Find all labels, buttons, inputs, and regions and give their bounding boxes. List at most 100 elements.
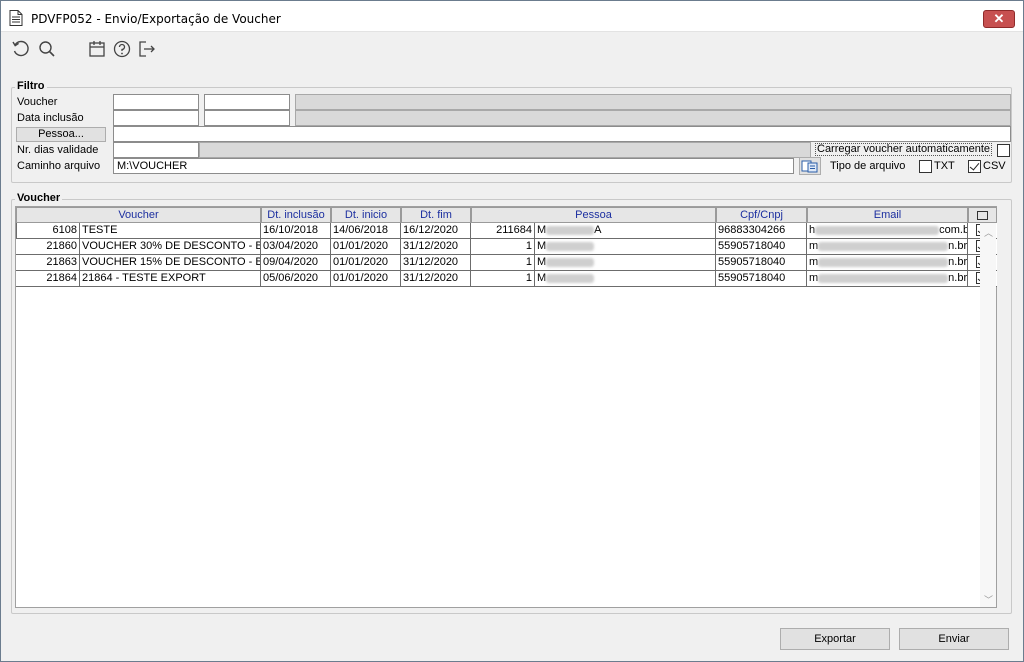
search-button[interactable] [37,39,57,59]
folder-browse-icon [801,160,818,173]
column-header-dt-inclusao[interactable]: Dt. inclusão [261,207,331,223]
refresh-icon [12,40,29,57]
column-header-select-all[interactable] [968,207,997,223]
cell-pessoa-codigo[interactable]: 1 [471,255,535,271]
cell-dt-inclusao[interactable]: 16/10/2018 [261,223,331,239]
csv-label: CSV [983,160,1006,172]
exit-button[interactable] [137,39,157,59]
cell-codigo[interactable]: 21863 [16,255,80,271]
voucher-from-input[interactable] [113,94,199,110]
dias-extra-field [199,142,811,158]
voucher-to-input[interactable] [204,94,290,110]
caminho-arquivo-input[interactable]: M:\VOUCHER [113,158,794,174]
cell-pessoa-nome[interactable]: MA [535,223,716,239]
cell-dt-fim[interactable]: 31/12/2020 [401,255,471,271]
cell-dt-inicio[interactable]: 01/01/2020 [331,255,401,271]
title-bar: PDVFP052 - Envio/Exportação de Voucher ✕ [1,1,1023,32]
table-row[interactable]: 21863 VOUCHER 15% DE DESCONTO - BAS 09/04/… [16,255,997,271]
column-header-dt-fim[interactable]: Dt. fim [401,207,471,223]
voucher-legend: Voucher [15,192,63,204]
column-header-voucher[interactable]: Voucher [16,207,261,223]
data-from-input[interactable] [113,110,199,126]
cell-descricao[interactable]: TESTE [80,223,261,239]
redacted-email [818,241,949,251]
browse-folder-button[interactable] [799,157,821,175]
txt-checkbox[interactable] [919,160,932,173]
data-extra-field [295,110,1011,126]
email-end: n.br [948,240,968,252]
email-end: com.b [939,224,968,236]
close-button[interactable]: ✕ [983,10,1015,28]
voucher-label: Voucher [17,96,58,108]
cell-dt-fim[interactable]: 31/12/2020 [401,271,471,287]
cell-descricao[interactable]: 21864 - TESTE EXPORT [80,271,261,287]
cell-cpf-cnpj[interactable]: 55905718040 [716,255,807,271]
calendar-icon [89,41,105,57]
cell-dt-inclusao[interactable]: 09/04/2020 [261,255,331,271]
dias-validade-label: Nr. dias validade [17,144,99,156]
cell-descricao[interactable]: VOUCHER 15% DE DESCONTO - BAS [80,255,261,271]
column-header-cpf-cnpj[interactable]: Cpf/Cnpj [716,207,807,223]
cell-codigo[interactable]: 6108 [16,223,80,239]
carregar-automatico-label[interactable]: Carregar voucher automaticamente [815,143,993,156]
grid-scrollbar[interactable]: ︿ ﹀ [980,223,996,607]
data-to-input[interactable] [204,110,290,126]
cell-pessoa-codigo[interactable]: 1 [471,271,535,287]
column-header-email[interactable]: Email [807,207,968,223]
pessoa-nome-start: M [537,272,547,284]
help-button[interactable] [112,39,132,59]
scroll-up-icon[interactable]: ︿ [984,229,993,238]
refresh-button[interactable] [11,39,31,59]
cell-email[interactable]: h com.b [807,223,968,239]
column-header-dt-inicio[interactable]: Dt. inicio [331,207,401,223]
pessoa-button[interactable]: Pessoa... [16,127,106,142]
search-icon [39,41,55,57]
table-row[interactable]: 6108 TESTE 16/10/2018 14/06/2018 16/12/2020 2… [16,223,997,239]
pessoa-nome-start: M [537,224,547,236]
cell-dt-inclusao[interactable]: 05/06/2020 [261,271,331,287]
redacted-name [546,257,595,267]
cell-dt-inclusao[interactable]: 03/04/2020 [261,239,331,255]
cell-pessoa-nome[interactable]: M [535,239,716,255]
csv-checkbox[interactable] [968,160,981,173]
pessoa-nome-end: A [594,224,602,236]
cell-codigo[interactable]: 21860 [16,239,80,255]
window-title: PDVFP052 - Envio/Exportação de Voucher [31,12,281,26]
calendar-button[interactable] [87,39,107,59]
cell-descricao[interactable]: VOUCHER 30% DE DESCONTO - BA [80,239,261,255]
cell-dt-inicio[interactable]: 14/06/2018 [331,223,401,239]
scroll-down-icon[interactable]: ﹀ [984,596,993,605]
document-icon [9,10,23,26]
exportar-button[interactable]: Exportar [780,628,890,650]
cell-pessoa-nome[interactable]: M [535,255,716,271]
cell-pessoa-codigo[interactable]: 1 [471,239,535,255]
enviar-button[interactable]: Enviar [899,628,1009,650]
table-row[interactable]: 21864 21864 - TESTE EXPORT 05/06/2020 01/01… [16,271,997,287]
cell-dt-fim[interactable]: 16/12/2020 [401,223,471,239]
cell-cpf-cnpj[interactable]: 96883304266 [716,223,807,239]
exit-icon [139,41,155,57]
cell-cpf-cnpj[interactable]: 55905718040 [716,239,807,255]
toolbar [1,33,1023,63]
carregar-automatico-checkbox[interactable] [997,144,1010,157]
cell-dt-fim[interactable]: 31/12/2020 [401,239,471,255]
cell-dt-inicio[interactable]: 01/01/2020 [331,239,401,255]
cell-codigo[interactable]: 21864 [16,271,80,287]
cell-email[interactable]: m n.br [807,239,968,255]
cell-pessoa-codigo[interactable]: 211684 [471,223,535,239]
email-end: n.br [948,256,968,268]
help-icon [113,40,131,58]
email-end: n.br [948,272,968,284]
cell-email[interactable]: m n.br [807,271,968,287]
dias-validade-input[interactable] [113,142,199,158]
cell-email[interactable]: m n.br [807,255,968,271]
cell-cpf-cnpj[interactable]: 55905718040 [716,271,807,287]
cell-pessoa-nome[interactable]: M [535,271,716,287]
redacted-name [546,241,595,251]
column-header-pessoa[interactable]: Pessoa [471,207,716,223]
voucher-grid: Voucher Dt. inclusão Dt. inicio Dt. fim … [15,206,997,608]
main-window: PDVFP052 - Envio/Exportação de Voucher ✕ [0,0,1024,662]
table-row[interactable]: 21860 VOUCHER 30% DE DESCONTO - BA 03/04/2… [16,239,997,255]
pessoa-input[interactable] [113,126,1011,142]
cell-dt-inicio[interactable]: 01/01/2020 [331,271,401,287]
